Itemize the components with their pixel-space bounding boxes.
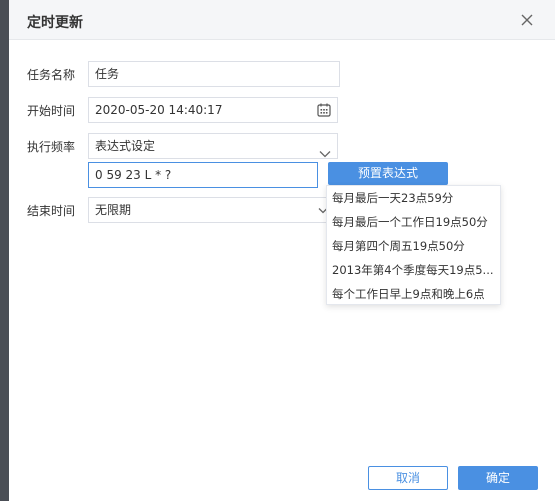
task-name-label: 任务名称 — [27, 68, 76, 82]
frequency-label: 执行频率 — [27, 140, 76, 154]
task-name-input[interactable]: 任务 — [88, 61, 340, 87]
backdrop-strip — [0, 0, 9, 501]
close-icon[interactable] — [519, 12, 535, 28]
preset-menu-item[interactable]: 2013年第4个季度每天19点5... — [327, 258, 500, 282]
preset-menu-item[interactable]: 每个工作日早上9点和晚上6点 — [327, 282, 500, 306]
expression-input[interactable]: 0 59 23 L * ? — [88, 162, 318, 188]
preset-expression-menu: 每月最后一天23点59分 每月最后一个工作日19点50分 每月第四个周五19点5… — [326, 185, 501, 305]
end-time-value: 无限期 — [95, 203, 132, 217]
preset-menu-item[interactable]: 每月最后一天23点59分 — [327, 186, 500, 210]
frequency-value: 表达式设定 — [95, 139, 156, 153]
dialog-title: 定时更新 — [27, 15, 83, 31]
dialog-header: 定时更新 — [9, 0, 555, 40]
end-time-label: 结束时间 — [27, 204, 76, 218]
start-time-value: 2020-05-20 14:40:17 — [95, 103, 223, 117]
preset-menu-item[interactable]: 每月最后一个工作日19点50分 — [327, 210, 500, 234]
task-name-value: 任务 — [95, 67, 120, 81]
confirm-button[interactable]: 确定 — [458, 466, 538, 490]
start-time-input[interactable]: 2020-05-20 14:40:17 — [88, 97, 338, 123]
start-time-label: 开始时间 — [27, 104, 76, 118]
calendar-icon[interactable] — [316, 102, 332, 118]
frequency-select[interactable]: 表达式设定 — [88, 133, 338, 159]
end-time-select[interactable]: 无限期 — [88, 197, 338, 223]
preset-expression-button[interactable]: 预置表达式 — [328, 162, 448, 185]
cancel-button[interactable]: 取消 — [368, 466, 448, 490]
schedule-update-dialog: 定时更新 任务名称 任务 开始时间 2020-05-20 14:40:17 执行… — [9, 0, 555, 501]
preset-menu-item[interactable]: 每月第四个周五19点50分 — [327, 234, 500, 258]
expression-value: 0 59 23 L * ? — [95, 168, 172, 182]
chevron-down-icon — [319, 142, 331, 158]
